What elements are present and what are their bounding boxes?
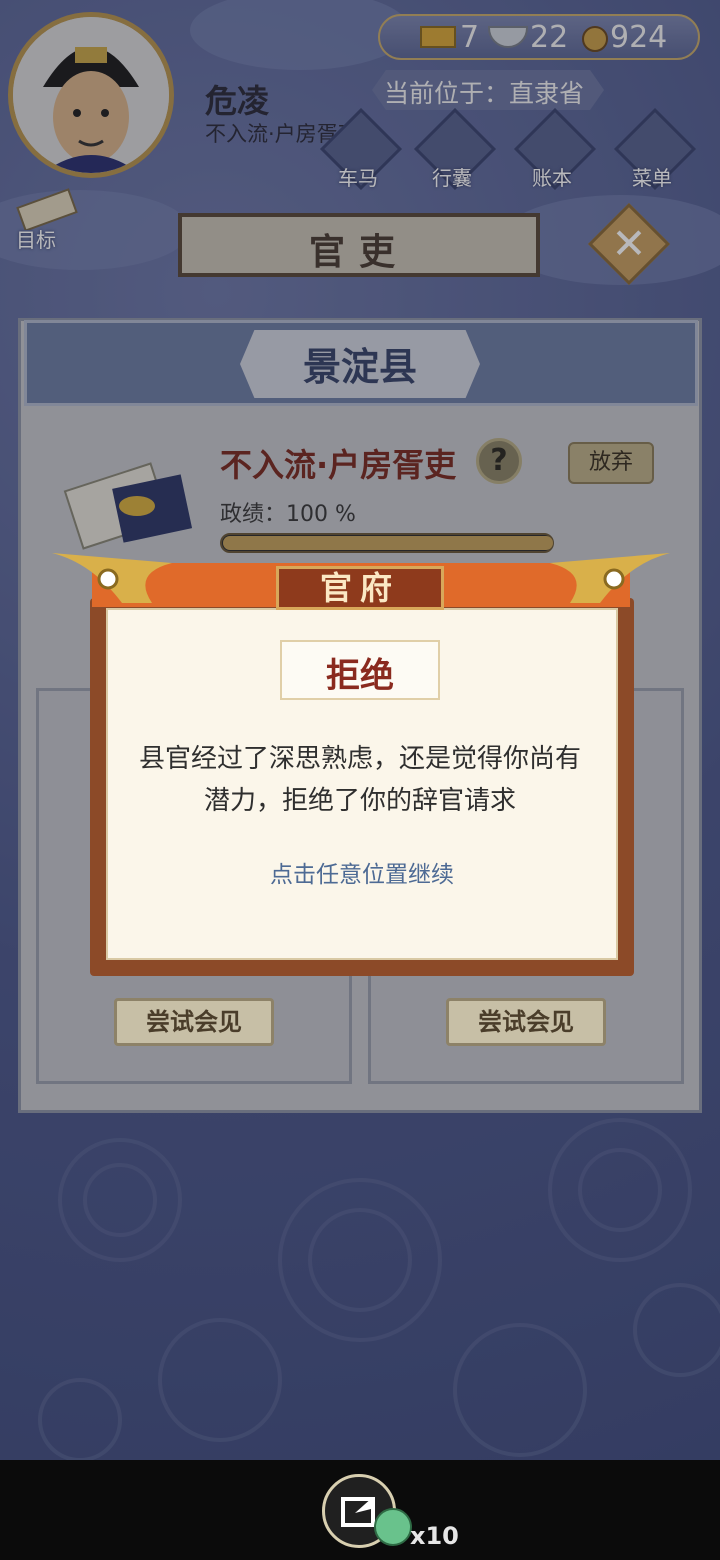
- meet-button-right[interactable]: 尝试会见: [446, 998, 606, 1046]
- modal-banner-title: 官府: [276, 566, 444, 610]
- share-count: x10: [410, 1522, 459, 1550]
- reward-coin-icon: [374, 1508, 412, 1546]
- modal-message: 县官经过了深思熟虑，还是觉得你尚有潜力，拒绝了你的辞官请求: [138, 744, 581, 816]
- continue-hint[interactable]: 点击任意位置继续: [106, 855, 618, 889]
- modal-title: 拒绝: [326, 656, 394, 696]
- modal-title-box: 拒绝: [280, 640, 440, 700]
- meet-button-left[interactable]: 尝试会见: [114, 998, 274, 1046]
